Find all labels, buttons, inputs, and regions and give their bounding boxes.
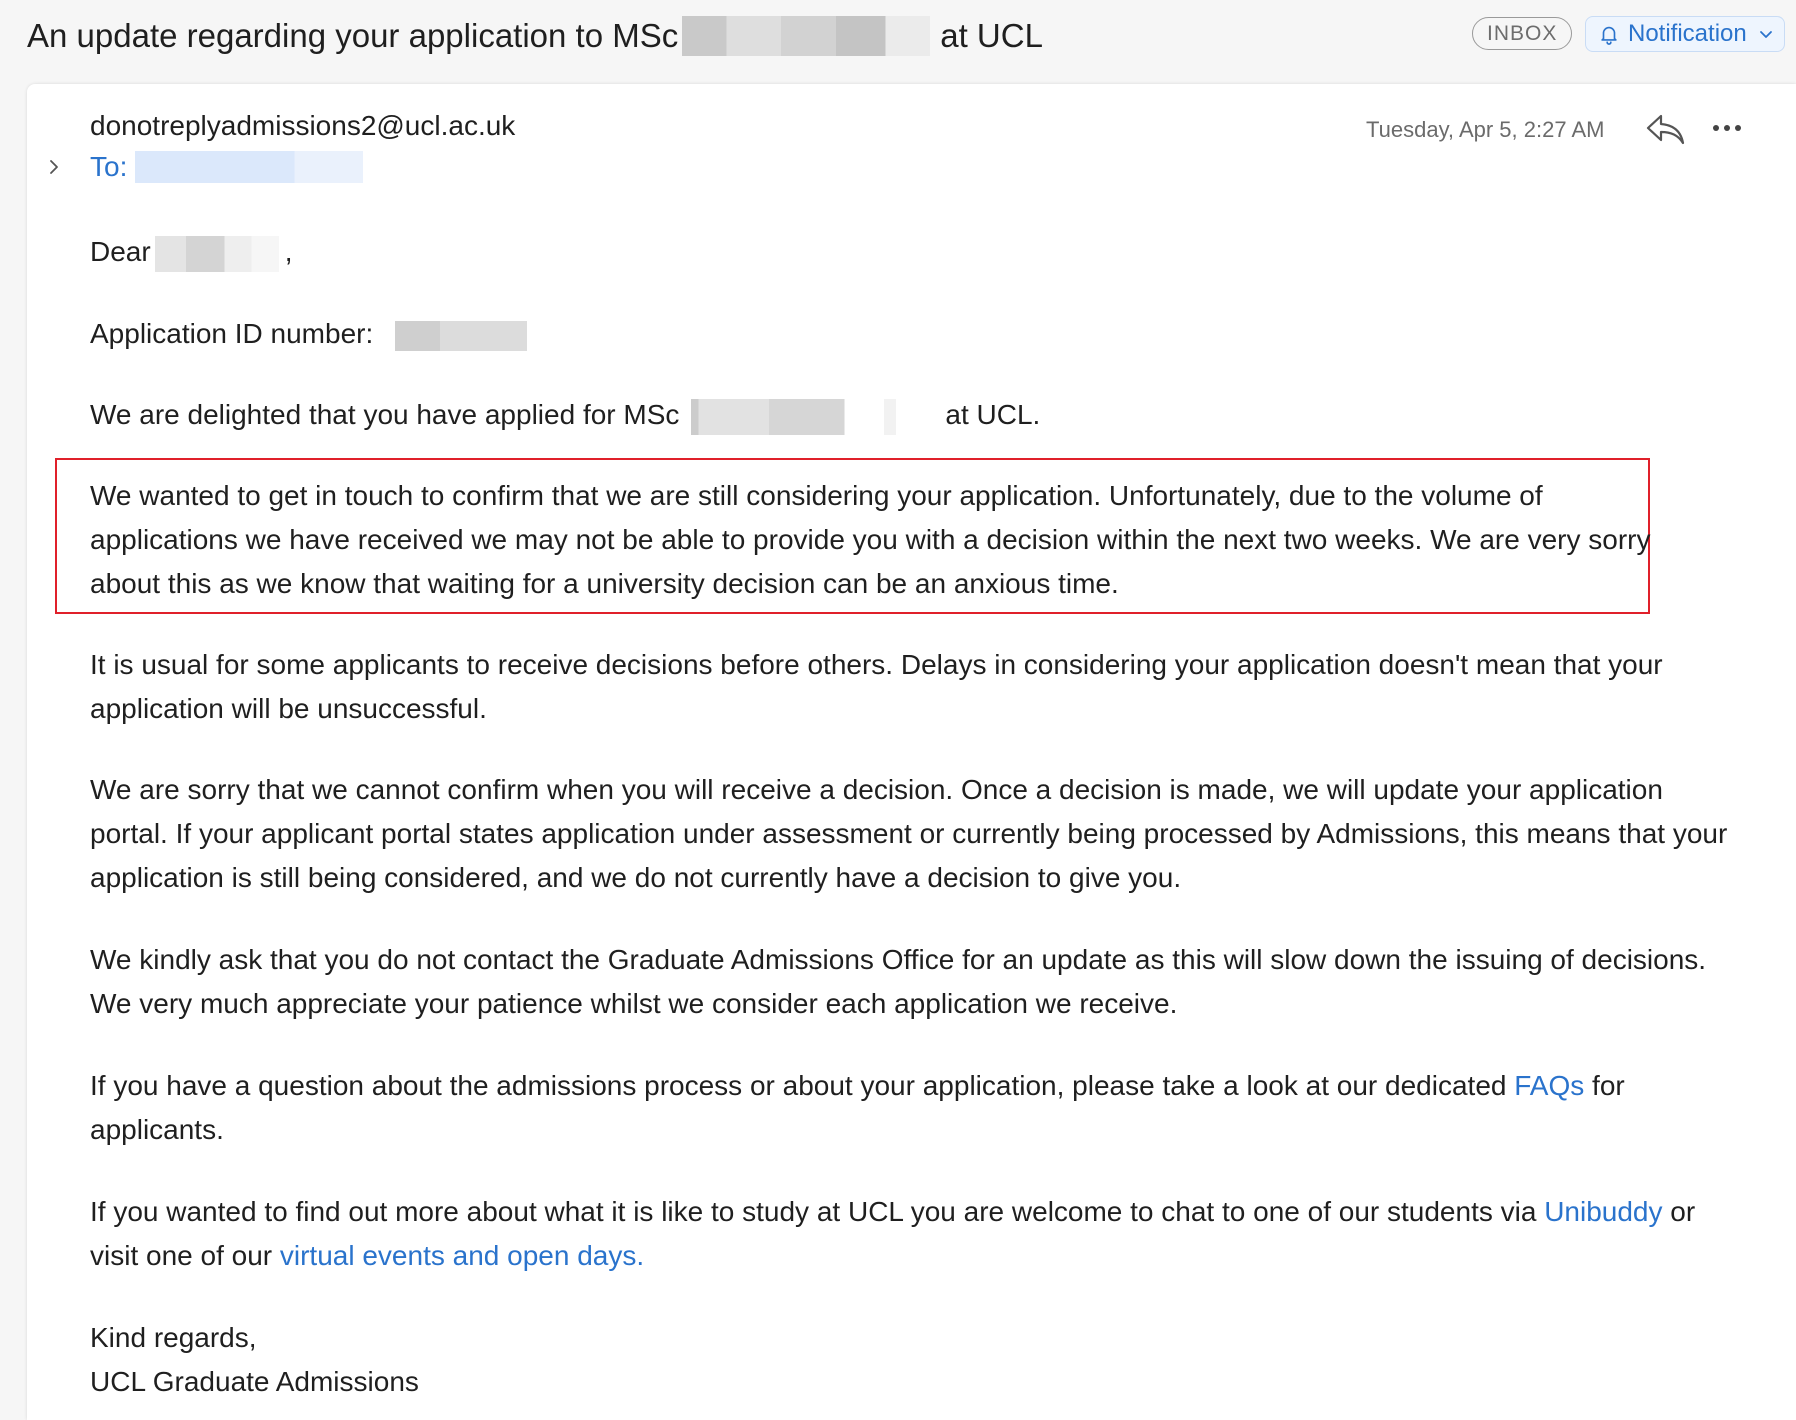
sender-address[interactable]: donotreplyadmissions2@ucl.ac.uk xyxy=(90,110,515,142)
application-id-line: Application ID number: xyxy=(90,312,1730,356)
paragraph-applied: We are delighted that you have applied f… xyxy=(90,393,1730,437)
virtual-events-link[interactable]: virtual events and open days. xyxy=(280,1240,644,1271)
redacted-program-name xyxy=(682,16,931,56)
paragraph-still-considering: We wanted to get in touch to confirm tha… xyxy=(90,480,1651,599)
bell-icon xyxy=(1601,26,1617,45)
p6-prefix: If you have a question about the admissi… xyxy=(90,1070,1507,1101)
paragraph-study-at-ucl: If you wanted to find out more about wha… xyxy=(90,1190,1730,1278)
paragraph-decision-timing: We are sorry that we cannot confirm when… xyxy=(90,774,1728,893)
p1-prefix: We are delighted that you have applied f… xyxy=(90,399,680,430)
paragraph-do-not-contact: We kindly ask that you do not contact th… xyxy=(90,944,1707,1019)
faqs-link[interactable]: FAQs xyxy=(1514,1070,1584,1101)
inbox-badge[interactable]: INBOX xyxy=(1472,17,1573,50)
more-icon[interactable] xyxy=(1711,120,1743,136)
email-subject: An update regarding your application to … xyxy=(27,14,1043,58)
chevron-right-icon[interactable] xyxy=(47,158,61,176)
email-timestamp: Tuesday, Apr 5, 2:27 AM xyxy=(1366,117,1605,142)
notification-label: Notification xyxy=(1628,20,1747,47)
redacted-recipient xyxy=(135,151,364,183)
p7-prefix: If you wanted to find out more about wha… xyxy=(90,1196,1537,1227)
greeting-comma: , xyxy=(284,236,293,267)
p1-suffix: at UCL. xyxy=(945,399,1041,430)
signature: UCL Graduate Admissions xyxy=(90,1366,419,1397)
subject-prefix: An update regarding your application to … xyxy=(27,17,679,54)
redacted-program-name-body xyxy=(691,398,936,435)
message-header: An update regarding your application to … xyxy=(0,0,1796,78)
chevron-down-icon xyxy=(1759,31,1772,38)
greeting-line: Dear, xyxy=(90,230,1730,274)
notification-button[interactable]: Notification xyxy=(1585,16,1785,52)
email-card: donotreplyadmissions2@ucl.ac.uk To: Tues… xyxy=(27,84,1796,1420)
to-label: To: xyxy=(90,151,128,182)
paragraph-usual-delays: It is usual for some applicants to recei… xyxy=(90,649,1663,724)
sign-off: Kind regards, xyxy=(90,1322,257,1353)
reply-icon[interactable] xyxy=(1645,112,1687,146)
subject-suffix: at UCL xyxy=(940,17,1043,54)
greeting-text: Dear xyxy=(90,236,151,267)
redacted-application-id xyxy=(395,320,528,351)
application-id-label: Application ID number: xyxy=(90,318,374,349)
paragraph-faqs: If you have a question about the admissi… xyxy=(90,1064,1730,1152)
redacted-name xyxy=(154,235,279,272)
recipient-line[interactable]: To: xyxy=(90,150,364,184)
unibuddy-link[interactable]: Unibuddy xyxy=(1544,1196,1662,1227)
